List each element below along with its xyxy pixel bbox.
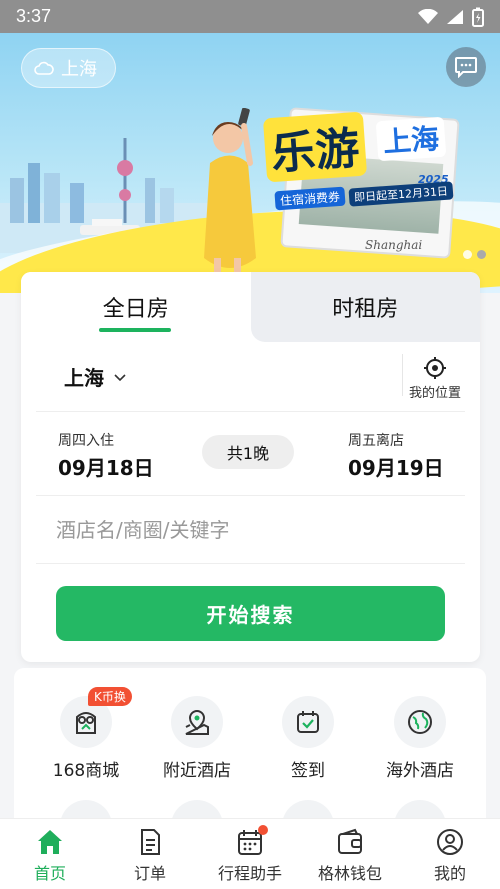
globe-icon (394, 696, 446, 748)
status-bar: 3:37 (0, 0, 500, 33)
chat-icon (455, 57, 477, 78)
carousel-dot (463, 250, 472, 259)
quick-link-checkin[interactable]: 签到 (253, 696, 363, 781)
tab-underline (99, 328, 171, 332)
keyword-input[interactable] (36, 517, 465, 542)
nav-label: 格林钱包 (317, 864, 382, 883)
nav-label: 行程助手 (217, 864, 282, 883)
notification-dot (258, 825, 268, 835)
location-label: 上海 (61, 59, 97, 80)
tourist-illustration (204, 108, 256, 290)
tab-label: 全日房 (102, 297, 169, 322)
quick-link-label: 附近酒店 (163, 761, 231, 781)
checkin-date[interactable]: 09月18日 (58, 452, 154, 481)
carousel-indicator (463, 250, 486, 259)
wifi-icon (418, 8, 438, 24)
promo-city: 上海 (375, 116, 447, 162)
tab-hourly[interactable]: 时租房 (250, 272, 480, 342)
quick-link-overseas[interactable]: 海外酒店 (365, 696, 475, 781)
quick-link-label: 海外酒店 (386, 761, 454, 781)
promo-banner[interactable]: 乐游 上海 2025 住宿消费券 即日起至12月31日 Shanghai 上海 (0, 33, 500, 293)
date-row[interactable]: 周四入住 09月18日 共1晚 周五离店 09月19日 (36, 412, 465, 496)
wallet-icon (338, 828, 362, 854)
status-icons (418, 7, 484, 27)
quick-link-label: 168商城 (52, 761, 120, 781)
calendar-check-icon (282, 696, 334, 748)
nav-orders[interactable]: 订单 (100, 819, 200, 889)
app-screen: 3:37 乐游 上海 2025 住宿消费券 即日起至12月31日 Shangha… (0, 0, 500, 889)
quick-link-nearby[interactable]: 附近酒店 (142, 696, 252, 781)
city-selector[interactable]: 上海 (64, 362, 104, 391)
city-row: 上海 我的位置 (36, 342, 465, 412)
user-icon (437, 829, 463, 855)
keyword-row (36, 496, 465, 564)
battery-icon (472, 7, 484, 27)
my-location-button[interactable]: 我的位置 (405, 356, 465, 401)
cloud-icon (34, 61, 54, 75)
checkout-label: 周五离店 (348, 433, 404, 449)
quick-link-mall[interactable]: K币换 168商城 (31, 687, 141, 781)
booking-type-tabs: 全日房 时租房 (21, 272, 480, 342)
message-button[interactable] (446, 47, 486, 87)
nav-label: 首页 (33, 864, 66, 883)
map-pin-icon (171, 696, 223, 748)
divider (402, 354, 403, 396)
home-icon (38, 830, 62, 854)
status-time: 3:37 (16, 6, 52, 26)
nav-profile[interactable]: 我的 (400, 819, 500, 889)
quick-link-label: 签到 (291, 761, 325, 781)
hotel-search-card: 全日房 时租房 上海 我的位置 周四入住 09月18日 共1晚 周五离店 09月… (21, 272, 480, 662)
chevron-down-icon[interactable] (112, 369, 128, 385)
checkout-date[interactable]: 09月19日 (348, 452, 444, 481)
tab-full-day[interactable]: 全日房 (21, 272, 251, 342)
locate-icon (424, 357, 446, 379)
promo-graphic: 乐游 上海 2025 住宿消费券 即日起至12月31日 Shanghai (262, 93, 465, 259)
owl-icon: K币换 (60, 687, 132, 748)
checkin-label: 周四入住 (58, 433, 114, 449)
nav-wallet[interactable]: 格林钱包 (300, 819, 400, 889)
tab-label: 时租房 (332, 297, 399, 322)
bottom-nav: 首页 订单 行程助手 格林钱包 我的 (0, 818, 500, 889)
location-pill[interactable]: 上海 (21, 48, 116, 88)
nav-home[interactable]: 首页 (0, 819, 100, 889)
nav-label: 订单 (133, 864, 166, 883)
my-location-label: 我的位置 (408, 386, 461, 401)
document-icon (141, 829, 160, 855)
promo-brand: Shanghai (365, 238, 423, 252)
promo-title: 乐游 (262, 111, 368, 183)
signal-icon (447, 9, 463, 24)
nav-label: 我的 (433, 864, 466, 883)
nights-badge: 共1晚 (202, 435, 294, 469)
nav-trip-assistant[interactable]: 行程助手 (200, 819, 300, 889)
quick-links-panel: K币换 168商城 附近酒店 签到 海外酒店 (14, 668, 486, 852)
carousel-dot (477, 250, 486, 259)
search-button[interactable]: 开始搜索 (56, 586, 445, 641)
kcoin-badge: K币换 (88, 687, 132, 706)
